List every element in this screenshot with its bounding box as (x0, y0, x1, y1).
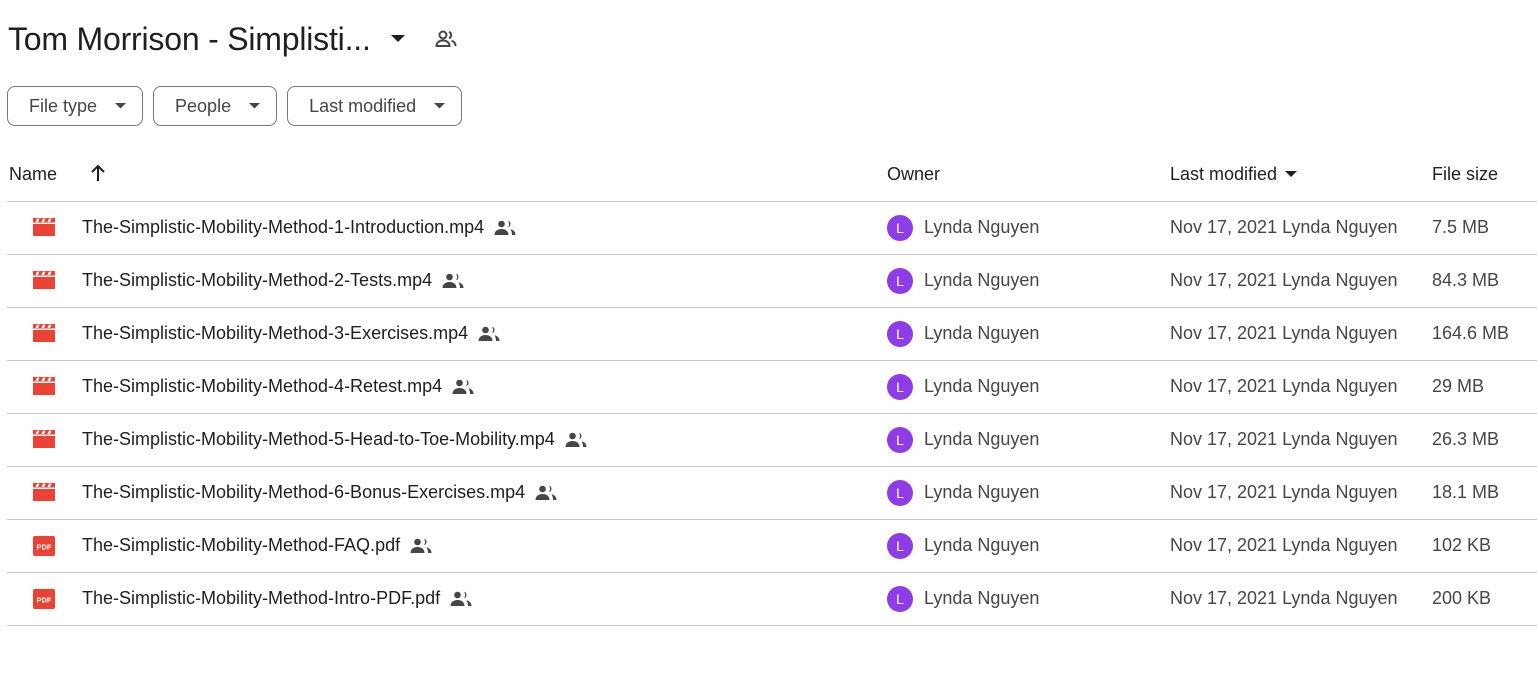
file-list: Name Owner Last modified File size The-S… (7, 148, 1537, 626)
owner-name: Lynda Nguyen (924, 376, 1040, 396)
shared-folder-icon (433, 26, 459, 52)
filter-bar: File type People Last modified (7, 86, 463, 126)
owner-name: Lynda Nguyen (924, 588, 1040, 608)
shared-icon (478, 326, 500, 342)
last-modified-filter[interactable]: Last modified (287, 86, 463, 126)
svg-text:PDF: PDF (37, 596, 52, 605)
file-size: 29 MB (1432, 376, 1485, 396)
file-name[interactable]: The-Simplistic-Mobility-Method-4-Retest.… (82, 376, 474, 397)
file-size: 102 KB (1432, 535, 1492, 555)
chevron-down-icon (434, 103, 446, 109)
file-name[interactable]: The-Simplistic-Mobility-Method-Intro-PDF… (82, 588, 472, 609)
column-header-last-modified[interactable]: Last modified (1170, 164, 1298, 185)
arrow-drop-down-icon (1285, 171, 1298, 178)
table-row[interactable]: PDF The-Simplistic-Mobility-Method-Intro-… (7, 573, 1537, 626)
folder-header: Tom Morrison - Simplisti... (8, 18, 459, 60)
avatar: L (887, 427, 913, 453)
file-name-text: The-Simplistic-Mobility-Method-FAQ.pdf (82, 535, 401, 555)
table-row[interactable]: The-Simplistic-Mobility-Method-2-Tests.m… (7, 255, 1537, 308)
video-file-icon (33, 324, 55, 344)
video-file-icon (33, 483, 55, 503)
folder-title[interactable]: Tom Morrison - Simplisti... (8, 21, 371, 58)
shared-icon (565, 432, 587, 448)
pdf-file-icon: PDF (33, 589, 55, 609)
file-name[interactable]: The-Simplistic-Mobility-Method-5-Head-to… (82, 429, 587, 450)
file-name-text: The-Simplistic-Mobility-Method-6-Bonus-E… (82, 482, 526, 502)
last-modified: Nov 17, 2021 Lynda Nguyen (1170, 429, 1398, 449)
avatar: L (887, 321, 913, 347)
avatar: L (887, 215, 913, 241)
chevron-down-icon (249, 103, 261, 109)
shared-icon (535, 485, 557, 501)
file-name[interactable]: The-Simplistic-Mobility-Method-6-Bonus-E… (82, 482, 557, 503)
people-filter-label: People (175, 95, 232, 116)
last-modified: Nov 17, 2021 Lynda Nguyen (1170, 217, 1398, 237)
avatar: L (887, 268, 913, 294)
file-name-text: The-Simplistic-Mobility-Method-Intro-PDF… (82, 588, 441, 608)
file-size: 18.1 MB (1432, 482, 1500, 502)
file-name[interactable]: The-Simplistic-Mobility-Method-1-Introdu… (82, 217, 516, 238)
table-row[interactable]: The-Simplistic-Mobility-Method-1-Introdu… (7, 202, 1537, 255)
last-modified-filter-label: Last modified (309, 95, 417, 116)
file-type-filter-label: File type (29, 95, 98, 116)
table-row[interactable]: The-Simplistic-Mobility-Method-6-Bonus-E… (7, 467, 1537, 520)
avatar: L (887, 533, 913, 559)
file-name-text: The-Simplistic-Mobility-Method-1-Introdu… (82, 217, 485, 237)
avatar: L (887, 586, 913, 612)
shared-icon (410, 538, 432, 554)
table-row[interactable]: The-Simplistic-Mobility-Method-4-Retest.… (7, 361, 1537, 414)
table-row[interactable]: The-Simplistic-Mobility-Method-5-Head-to… (7, 414, 1537, 467)
file-name[interactable]: The-Simplistic-Mobility-Method-FAQ.pdf (82, 535, 432, 556)
svg-text:PDF: PDF (37, 543, 52, 552)
pdf-file-icon: PDF (33, 536, 55, 556)
video-file-icon (33, 271, 55, 291)
file-name-text: The-Simplistic-Mobility-Method-4-Retest.… (82, 376, 443, 396)
column-header-owner[interactable]: Owner (887, 164, 940, 185)
shared-icon (452, 379, 474, 395)
last-modified: Nov 17, 2021 Lynda Nguyen (1170, 535, 1398, 555)
file-size: 7.5 MB (1432, 217, 1490, 237)
video-file-icon (33, 430, 55, 450)
shared-icon (494, 220, 516, 236)
file-type-filter[interactable]: File type (7, 86, 144, 126)
owner-name: Lynda Nguyen (924, 482, 1040, 502)
file-name[interactable]: The-Simplistic-Mobility-Method-3-Exercis… (82, 323, 500, 344)
table-row[interactable]: PDF The-Simplistic-Mobility-Method-FAQ.pd… (7, 520, 1537, 573)
chevron-down-icon (115, 103, 127, 109)
file-size: 26.3 MB (1432, 429, 1500, 449)
sort-ascending-arrow-icon[interactable] (87, 162, 109, 184)
table-row[interactable]: The-Simplistic-Mobility-Method-3-Exercis… (7, 308, 1537, 361)
shared-icon (450, 591, 472, 607)
last-modified: Nov 17, 2021 Lynda Nguyen (1170, 270, 1398, 290)
owner-name: Lynda Nguyen (924, 535, 1040, 555)
owner-name: Lynda Nguyen (924, 323, 1040, 343)
last-modified: Nov 17, 2021 Lynda Nguyen (1170, 376, 1398, 396)
last-modified: Nov 17, 2021 Lynda Nguyen (1170, 482, 1398, 502)
file-rows: The-Simplistic-Mobility-Method-1-Introdu… (7, 202, 1537, 626)
file-size: 200 KB (1432, 588, 1492, 608)
column-header-name[interactable]: Name (9, 164, 57, 185)
avatar: L (887, 374, 913, 400)
video-file-icon (33, 218, 55, 238)
last-modified: Nov 17, 2021 Lynda Nguyen (1170, 323, 1398, 343)
file-name[interactable]: The-Simplistic-Mobility-Method-2-Tests.m… (82, 270, 464, 291)
file-name-text: The-Simplistic-Mobility-Method-5-Head-to… (82, 429, 555, 449)
owner-name: Lynda Nguyen (924, 217, 1040, 237)
column-header-last-modified-label: Last modified (1170, 164, 1278, 184)
file-name-text: The-Simplistic-Mobility-Method-2-Tests.m… (82, 270, 433, 290)
people-filter[interactable]: People (153, 86, 278, 126)
video-file-icon (33, 377, 55, 397)
file-size: 84.3 MB (1432, 270, 1500, 290)
file-size: 164.6 MB (1432, 323, 1510, 343)
last-modified: Nov 17, 2021 Lynda Nguyen (1170, 588, 1398, 608)
arrow-drop-down-icon[interactable] (385, 26, 411, 52)
avatar: L (887, 480, 913, 506)
shared-icon (442, 273, 464, 289)
owner-name: Lynda Nguyen (924, 270, 1040, 290)
table-header: Name Owner Last modified File size (7, 148, 1537, 202)
owner-name: Lynda Nguyen (924, 429, 1040, 449)
column-header-file-size[interactable]: File size (1432, 164, 1498, 185)
file-name-text: The-Simplistic-Mobility-Method-3-Exercis… (82, 323, 469, 343)
